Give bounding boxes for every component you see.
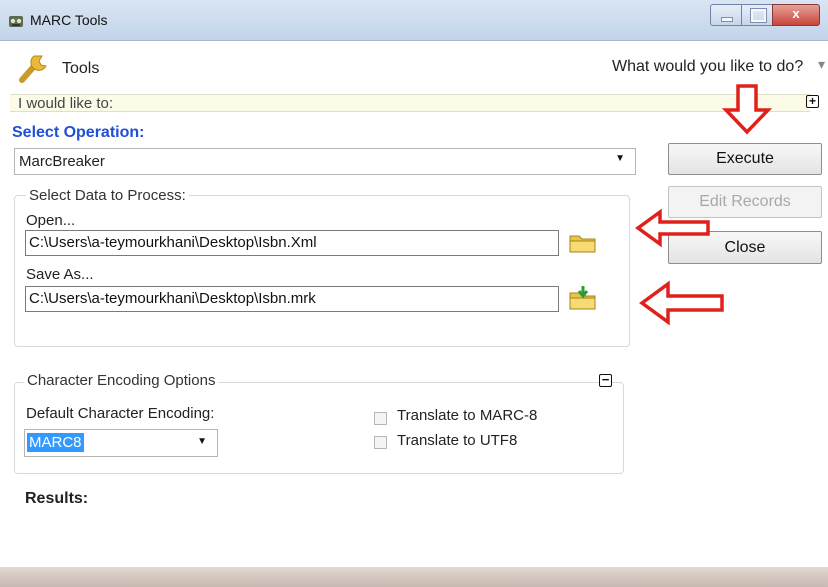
save-path-input[interactable]: C:\Users\a-teymourkhani\Desktop\Isbn.mrk — [25, 286, 559, 312]
collapse-icon[interactable]: − — [599, 373, 612, 387]
open-path-value: C:\Users\a-teymourkhani\Desktop\Isbn.Xml — [29, 234, 317, 251]
wrench-icon — [19, 55, 47, 83]
dropdown-arrow-icon: ▼ — [197, 436, 207, 447]
operation-value: MarcBreaker — [19, 153, 105, 170]
task-bar-label: I would like to: — [18, 95, 114, 112]
execute-button[interactable]: Execute — [668, 143, 822, 175]
encoding-dropdown[interactable]: MARC8 ▼ — [24, 429, 218, 457]
translate-marc8-checkbox[interactable] — [374, 412, 387, 425]
translate-marc8-label[interactable]: Translate to MARC-8 — [397, 407, 537, 424]
minimize-icon — [721, 17, 733, 22]
arrow-left-icon — [635, 208, 710, 248]
encoding-options-group — [14, 382, 624, 474]
open-label: Open... — [26, 212, 76, 229]
maximize-button[interactable] — [741, 4, 773, 26]
minimize-button[interactable] — [710, 4, 742, 26]
window-controls: x — [710, 4, 822, 26]
save-as-label: Save As... — [26, 266, 94, 283]
title-bar — [0, 0, 828, 41]
encoding-options-title: Character Encoding Options — [24, 372, 219, 389]
close-icon: x — [792, 6, 800, 21]
chevron-down-icon[interactable]: ▾ — [818, 56, 825, 73]
results-label: Results: — [25, 490, 89, 507]
translate-utf8-label[interactable]: Translate to UTF8 — [397, 432, 517, 449]
app-icon — [9, 16, 23, 27]
tools-title: Tools — [62, 60, 100, 77]
folder-save-icon[interactable] — [568, 284, 598, 312]
task-bar — [10, 94, 810, 112]
default-encoding-label: Default Character Encoding: — [26, 405, 215, 422]
open-path-input[interactable]: C:\Users\a-teymourkhani\Desktop\Isbn.Xml — [25, 230, 559, 256]
data-process-group — [14, 195, 630, 347]
arrow-down-icon — [722, 84, 772, 135]
select-operation-label: Select Operation: — [12, 124, 145, 141]
folder-open-icon[interactable] — [568, 228, 598, 256]
bottom-strip — [0, 567, 828, 587]
arrow-left-icon — [639, 280, 724, 326]
close-window-button[interactable]: x — [772, 4, 820, 26]
what-to-do-prompt[interactable]: What would you like to do? — [612, 58, 803, 76]
dropdown-arrow-icon: ▼ — [615, 153, 625, 164]
operation-dropdown[interactable]: MarcBreaker ▼ — [14, 148, 636, 175]
maximize-icon — [750, 8, 767, 23]
window-title: MARC Tools — [30, 12, 108, 28]
translate-utf8-checkbox[interactable] — [374, 436, 387, 449]
save-path-value: C:\Users\a-teymourkhani\Desktop\Isbn.mrk — [29, 290, 316, 307]
expand-icon[interactable]: + — [806, 95, 819, 108]
encoding-value: MARC8 — [27, 433, 84, 452]
data-process-title: Select Data to Process: — [26, 187, 189, 204]
